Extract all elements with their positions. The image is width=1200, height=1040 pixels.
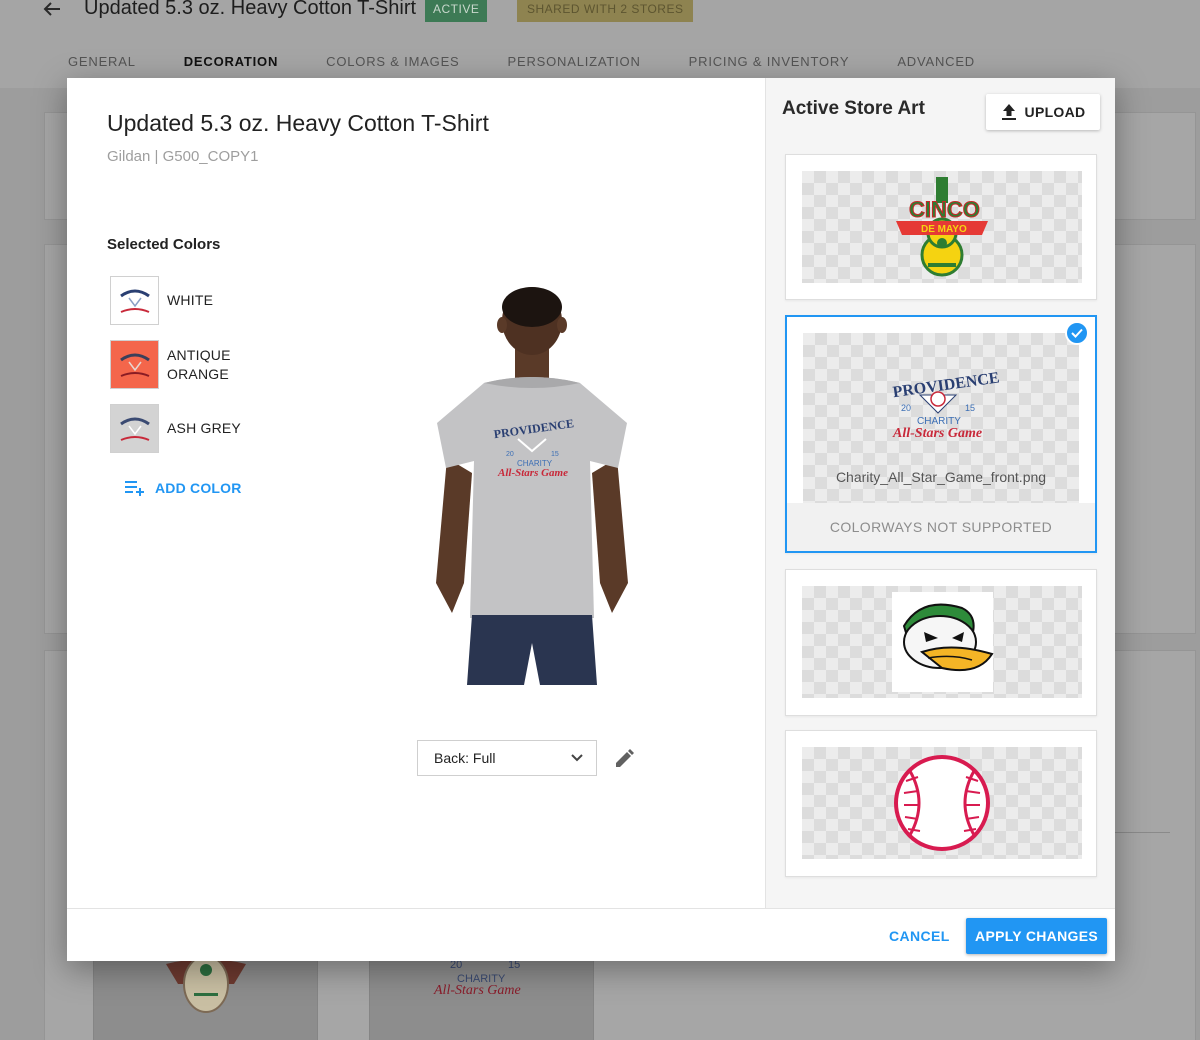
modal-footer: CANCEL APPLY CHANGES xyxy=(67,908,1115,961)
baseball-art-icon xyxy=(894,755,990,851)
providence-logo-icon xyxy=(119,417,150,441)
tab-decoration[interactable]: DECORATION xyxy=(160,48,302,75)
check-icon xyxy=(1065,321,1089,345)
svg-text:20: 20 xyxy=(901,403,911,413)
view-select-dropdown[interactable]: Back: Full xyxy=(417,740,597,776)
svg-text:All-Stars Game: All-Stars Game xyxy=(892,426,982,441)
color-swatch[interactable] xyxy=(110,276,159,325)
selected-colors-heading: Selected Colors xyxy=(107,236,221,253)
colorways-notice: COLORWAYS NOT SUPPORTED xyxy=(787,503,1095,551)
color-row-white[interactable]: WHITE xyxy=(110,276,247,325)
divider xyxy=(1115,832,1170,833)
cancel-button[interactable]: CANCEL xyxy=(875,919,964,953)
tab-pricing-inventory[interactable]: PRICING & INVENTORY xyxy=(665,48,874,75)
art-card[interactable]: CINCO DE MAYO xyxy=(785,154,1097,300)
art-card-selected[interactable]: PROVIDENCE 20 15 CHARITY All-Stars Game … xyxy=(785,315,1097,553)
color-swatch[interactable] xyxy=(110,404,159,453)
decoration-modal: Updated 5.3 oz. Heavy Cotton T-Shirt Gil… xyxy=(67,78,1115,961)
edit-decoration-button[interactable] xyxy=(613,748,635,770)
shared-badge: SHARED WITH 2 STORES xyxy=(517,0,694,22)
status-badge: ACTIVE xyxy=(425,0,488,22)
product-preview-image: PROVIDENCE 20 15 CHARITY All-Stars Game xyxy=(422,283,642,685)
svg-text:All-Stars Game: All-Stars Game xyxy=(433,983,521,998)
chevron-down-icon xyxy=(571,754,583,762)
art-preview: PROVIDENCE 20 15 CHARITY All-Stars Game … xyxy=(803,333,1079,503)
color-row-ash-grey[interactable]: ASH GREY xyxy=(110,404,247,453)
svg-text:20: 20 xyxy=(506,451,514,458)
view-select-value: Back: Full xyxy=(434,750,496,766)
svg-text:All-Stars Game: All-Stars Game xyxy=(497,467,568,479)
svg-text:CINCO: CINCO xyxy=(909,197,980,222)
art-card[interactable] xyxy=(785,730,1097,877)
providence-logo-icon xyxy=(119,289,150,313)
background-thumbnail: 20 15 CHARITY All-Stars Game xyxy=(369,955,594,1040)
providence-logo-icon xyxy=(119,353,150,377)
tab-general[interactable]: GENERAL xyxy=(44,48,160,75)
guitar-art-icon xyxy=(166,955,246,1013)
apply-changes-button[interactable]: APPLY CHANGES xyxy=(966,918,1107,954)
tab-personalization[interactable]: PERSONALIZATION xyxy=(484,48,665,75)
add-color-label: ADD COLOR xyxy=(155,480,242,496)
cinco-de-mayo-art-icon: CINCO DE MAYO xyxy=(896,177,988,277)
upload-icon xyxy=(1001,104,1016,120)
store-art-panel: Active Store Art UPLOAD CINCO DE MAYO PR… xyxy=(765,78,1115,908)
back-arrow-icon[interactable] xyxy=(40,0,64,20)
color-name: WHITE xyxy=(167,292,214,308)
tab-advanced[interactable]: ADVANCED xyxy=(873,48,999,75)
product-preview-panel: Updated 5.3 oz. Heavy Cotton T-Shirt Gil… xyxy=(67,78,765,908)
color-name: ANTIQUE ORANGE xyxy=(167,346,231,382)
upload-button[interactable]: UPLOAD xyxy=(986,94,1100,130)
product-subtitle: Gildan | G500_COPY1 xyxy=(107,148,259,165)
svg-text:15: 15 xyxy=(551,451,559,458)
art-preview: CINCO DE MAYO xyxy=(802,171,1082,283)
add-color-button[interactable]: ADD COLOR xyxy=(123,478,242,498)
charity-all-star-art-icon: PROVIDENCE 20 15 CHARITY All-Stars Game xyxy=(892,369,1001,441)
svg-text:DE MAYO: DE MAYO xyxy=(921,224,967,235)
product-title: Updated 5.3 oz. Heavy Cotton T-Shirt xyxy=(107,110,489,136)
store-art-title: Active Store Art xyxy=(782,98,925,119)
model-back-view: PROVIDENCE 20 15 CHARITY All-Stars Game xyxy=(436,287,628,685)
tab-colors-images[interactable]: COLORS & IMAGES xyxy=(302,48,483,75)
color-swatch[interactable] xyxy=(110,340,159,389)
playlist-add-icon xyxy=(125,481,144,496)
art-file-name: Charity_All_Star_Game_front.png xyxy=(835,469,1047,485)
art-preview xyxy=(802,586,1082,698)
color-row-antique-orange[interactable]: ANTIQUE ORANGE xyxy=(110,340,247,389)
duck-mascot-art-icon xyxy=(892,592,994,692)
upload-label: UPLOAD xyxy=(1024,104,1086,120)
pencil-icon xyxy=(616,749,634,767)
art-preview xyxy=(802,747,1082,859)
page-title: Updated 5.3 oz. Heavy Cotton T-Shirt xyxy=(84,0,417,19)
background-thumbnail xyxy=(93,955,318,1040)
color-name: ASH GREY xyxy=(167,420,241,436)
art-card[interactable] xyxy=(785,569,1097,716)
svg-text:15: 15 xyxy=(965,403,975,413)
tab-bar: GENERAL DECORATION COLORS & IMAGES PERSO… xyxy=(44,48,999,75)
